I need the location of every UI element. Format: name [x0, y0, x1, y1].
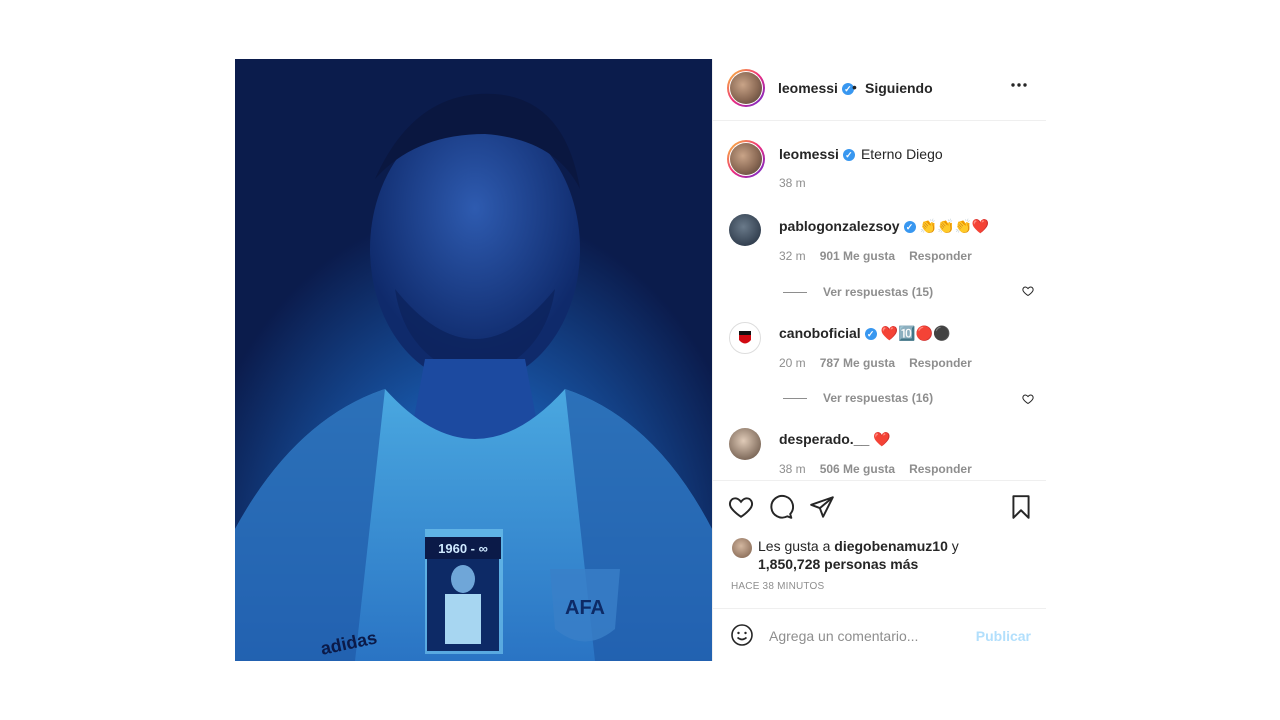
post-photo: 1960 - ∞ AFA adidas: [235, 59, 712, 661]
comment-2: canoboficial ✓ ❤️🔟🔴⚫: [779, 325, 950, 342]
comment-input[interactable]: Agrega un comentario...: [769, 628, 918, 644]
add-comment-bar: Agrega un comentario... Publicar: [713, 608, 1046, 662]
comment-time: 38 m: [779, 462, 806, 476]
comment-text: 👏👏👏❤️: [919, 218, 990, 234]
more-options-icon[interactable]: [1010, 76, 1028, 99]
caption-username[interactable]: leomessi: [779, 146, 839, 162]
comments-section: leomessi ✓ Eterno Diego 38 m pablogonzalez…: [713, 120, 1046, 480]
comment-likes[interactable]: 506 Me gusta: [820, 462, 895, 476]
save-bookmark-icon[interactable]: [1008, 494, 1034, 520]
comment-bubble-icon[interactable]: [768, 494, 794, 520]
comment-like-heart-icon[interactable]: [1022, 393, 1034, 405]
author-avatar[interactable]: [727, 69, 765, 107]
comment-3: desperado.__ ❤️: [779, 431, 891, 448]
comment-text: ❤️: [873, 431, 891, 447]
post-actions: Les gusta a diegobenamuz10 y 1,850,728 p…: [713, 480, 1046, 609]
comment-time: 32 m: [779, 249, 806, 263]
verified-icon: ✓: [903, 221, 916, 234]
following-button[interactable]: Siguiendo: [865, 80, 933, 96]
like-heart-icon[interactable]: [728, 494, 754, 520]
comment-likes[interactable]: 901 Me gusta: [820, 249, 895, 263]
likes-prefix: Les gusta a: [758, 538, 835, 554]
commenter-avatar[interactable]: [729, 322, 761, 354]
caption: leomessi ✓ Eterno Diego: [779, 146, 943, 162]
separator-dot: •: [852, 79, 857, 95]
post-time-ago[interactable]: HACE 38 MINUTOS: [731, 581, 824, 592]
reply-button[interactable]: Responder: [909, 249, 972, 263]
verified-icon: ✓: [842, 149, 855, 162]
commenter-avatar[interactable]: [729, 428, 761, 460]
caption-text: Eterno Diego: [860, 146, 943, 162]
comment-username[interactable]: pablogonzalezsoy: [779, 218, 900, 234]
publish-button[interactable]: Publicar: [976, 628, 1031, 644]
view-replies-button[interactable]: Ver respuestas (16): [783, 391, 933, 405]
post-side-panel: leomessi ✓ • Siguiendo leomessi ✓ Eterno Di…: [712, 59, 1046, 661]
likes-summary: Les gusta a diegobenamuz10 y 1,850,728 p…: [758, 537, 959, 573]
comment-meta: 20 m 787 Me gusta Responder: [779, 356, 986, 370]
comment-username[interactable]: canoboficial: [779, 325, 861, 341]
comment-meta: 32 m 901 Me gusta Responder: [779, 249, 986, 263]
comment-likes[interactable]: 787 Me gusta: [820, 356, 895, 370]
likes-count[interactable]: 1,850,728 personas más: [758, 556, 918, 572]
comment-1: pablogonzalezsoy ✓ 👏👏👏❤️: [779, 218, 989, 235]
afa-crest-text: AFA: [565, 597, 605, 619]
caption-avatar[interactable]: [727, 140, 765, 178]
likes-and: y: [947, 538, 959, 554]
shirt-years-text: 1960 - ∞: [438, 541, 488, 556]
instagram-post: 1960 - ∞ AFA adidas leomessi ✓ • Siguiend…: [235, 59, 1046, 661]
comment-username[interactable]: desperado.__: [779, 431, 869, 447]
verified-icon: ✓: [864, 328, 877, 341]
reply-button[interactable]: Responder: [909, 356, 972, 370]
author-username[interactable]: leomessi ✓: [778, 80, 854, 96]
caption-time: 38 m: [779, 176, 806, 190]
comment-text: ❤️🔟🔴⚫: [880, 325, 951, 341]
comment-like-heart-icon[interactable]: [1022, 285, 1034, 297]
share-paper-plane-icon[interactable]: [809, 494, 835, 520]
liker-username[interactable]: diegobenamuz10: [834, 538, 948, 554]
view-replies-button[interactable]: Ver respuestas (15): [783, 285, 933, 299]
reply-button[interactable]: Responder: [909, 462, 972, 476]
emoji-icon[interactable]: [730, 623, 754, 647]
comment-time: 20 m: [779, 356, 806, 370]
post-image[interactable]: 1960 - ∞ AFA adidas: [235, 59, 712, 661]
post-header: leomessi ✓ • Siguiendo: [713, 59, 1046, 121]
commenter-avatar[interactable]: [729, 214, 761, 246]
comment-meta: 38 m 506 Me gusta Responder: [779, 462, 986, 476]
liker-avatar[interactable]: [732, 538, 752, 558]
